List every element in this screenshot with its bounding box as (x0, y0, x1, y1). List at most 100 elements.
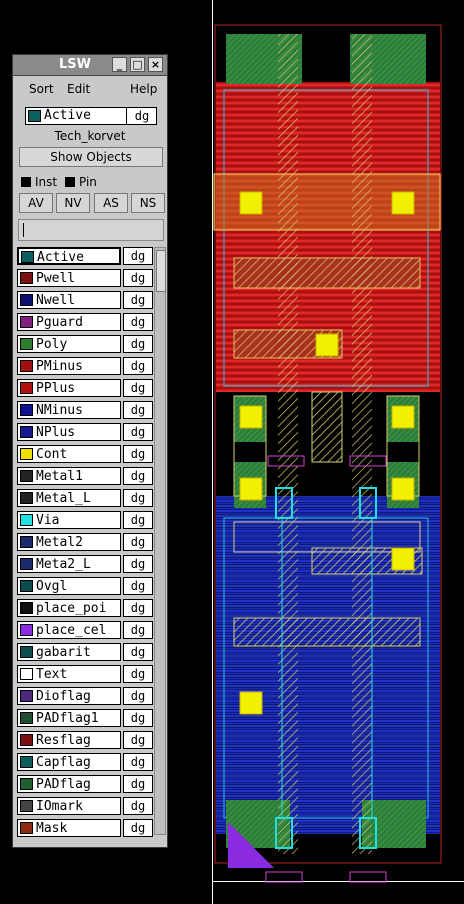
layer-name-box[interactable]: place_cel (17, 621, 121, 639)
menu-help[interactable]: Help (130, 82, 157, 96)
layer-row[interactable]: Metal_L dg (17, 489, 153, 507)
layer-name-box[interactable]: Active (17, 247, 121, 265)
layer-purpose[interactable]: dg (123, 709, 153, 727)
layer-row[interactable]: PPlus dg (17, 379, 153, 397)
layer-purpose[interactable]: dg (123, 775, 153, 793)
layer-row[interactable]: NPlus dg (17, 423, 153, 441)
layer-name-box[interactable]: place_poi (17, 599, 121, 617)
layer-purpose[interactable]: dg (123, 379, 153, 397)
layer-purpose[interactable]: dg (123, 269, 153, 287)
layer-name-box[interactable]: Metal_L (17, 489, 121, 507)
menu-sort[interactable]: Sort (29, 82, 54, 96)
layer-row[interactable]: Capflag dg (17, 753, 153, 771)
layer-name-box[interactable]: PMinus (17, 357, 121, 375)
layer-purpose[interactable]: dg (123, 423, 153, 441)
layer-purpose[interactable]: dg (123, 819, 153, 837)
layer-name-box[interactable]: NMinus (17, 401, 121, 419)
layer-purpose[interactable]: dg (123, 335, 153, 353)
layer-row[interactable]: Resflag dg (17, 731, 153, 749)
layer-row[interactable]: Mask dg (17, 819, 153, 837)
layer-name-box[interactable]: Meta2_L (17, 555, 121, 573)
maximize-icon[interactable]: □ (130, 57, 145, 72)
layer-purpose[interactable]: dg (123, 357, 153, 375)
ns-button[interactable]: NS (131, 193, 165, 213)
layer-row[interactable]: Metal2 dg (17, 533, 153, 551)
layer-name-box[interactable]: PADflag (17, 775, 121, 793)
layer-purpose[interactable]: dg (123, 291, 153, 309)
layer-name-box[interactable]: Resflag (17, 731, 121, 749)
layer-name-box[interactable]: Metal1 (17, 467, 121, 485)
layer-name-box[interactable]: Via (17, 511, 121, 529)
layer-row[interactable]: Poly dg (17, 335, 153, 353)
layer-name-box[interactable]: Poly (17, 335, 121, 353)
layer-row[interactable]: gabarit dg (17, 643, 153, 661)
layer-name-box[interactable]: Metal2 (17, 533, 121, 551)
layer-row[interactable]: Dioflag dg (17, 687, 153, 705)
layer-row[interactable]: Metal1 dg (17, 467, 153, 485)
layer-row[interactable]: Active dg (17, 247, 153, 265)
layer-name-box[interactable]: Ovgl (17, 577, 121, 595)
layer-purpose[interactable]: dg (123, 401, 153, 419)
layer-row[interactable]: NMinus dg (17, 401, 153, 419)
layer-purpose[interactable]: dg (123, 313, 153, 331)
inst-checkbox[interactable]: Inst (21, 175, 57, 189)
layer-name-box[interactable]: Capflag (17, 753, 121, 771)
layer-name-box[interactable]: Mask (17, 819, 121, 837)
layer-name-box[interactable]: PPlus (17, 379, 121, 397)
layer-purpose[interactable]: dg (123, 599, 153, 617)
layer-row[interactable]: Via dg (17, 511, 153, 529)
layer-name-box[interactable]: IOmark (17, 797, 121, 815)
layer-row[interactable]: PMinus dg (17, 357, 153, 375)
layer-row[interactable]: Text dg (17, 665, 153, 683)
layer-purpose[interactable]: dg (123, 445, 153, 463)
layer-row[interactable]: Ovgl dg (17, 577, 153, 595)
current-layer-box[interactable]: Active dg (25, 107, 157, 125)
close-icon[interactable]: × (148, 57, 163, 72)
layer-name-box[interactable]: Nwell (17, 291, 121, 309)
menu-edit[interactable]: Edit (67, 82, 90, 96)
layer-purpose[interactable]: dg (123, 489, 153, 507)
layer-purpose[interactable]: dg (123, 577, 153, 595)
layer-purpose[interactable]: dg (123, 643, 153, 661)
pin-checkbox[interactable]: Pin (65, 175, 97, 189)
nv-button[interactable]: NV (56, 193, 90, 213)
minimize-icon[interactable]: _ (112, 57, 127, 72)
layer-purpose[interactable]: dg (123, 467, 153, 485)
layer-row[interactable]: place_cel dg (17, 621, 153, 639)
title-bar[interactable]: LSW _ □ × (13, 55, 167, 76)
layer-purpose[interactable]: dg (123, 687, 153, 705)
layer-row[interactable]: Pwell dg (17, 269, 153, 287)
layer-row[interactable]: PADflag1 dg (17, 709, 153, 727)
layer-name-box[interactable]: PADflag1 (17, 709, 121, 727)
layer-purpose[interactable]: dg (123, 511, 153, 529)
layer-filter-field[interactable] (18, 219, 164, 241)
layer-purpose[interactable]: dg (123, 621, 153, 639)
layer-purpose[interactable]: dg (123, 247, 153, 265)
layer-list-scrollbar[interactable] (154, 247, 166, 835)
layer-purpose[interactable]: dg (123, 533, 153, 551)
layer-name-box[interactable]: Cont (17, 445, 121, 463)
layer-row[interactable]: Nwell dg (17, 291, 153, 309)
layer-name-box[interactable]: NPlus (17, 423, 121, 441)
layer-purpose[interactable]: dg (123, 665, 153, 683)
layout-canvas[interactable] (212, 0, 464, 904)
layer-name-box[interactable]: Text (17, 665, 121, 683)
as-button[interactable]: AS (94, 193, 128, 213)
layer-name-box[interactable]: gabarit (17, 643, 121, 661)
layer-row[interactable]: Pguard dg (17, 313, 153, 331)
layer-row[interactable]: Cont dg (17, 445, 153, 463)
layer-name-box[interactable]: Pguard (17, 313, 121, 331)
layer-name-box[interactable]: Dioflag (17, 687, 121, 705)
layer-row[interactable]: Meta2_L dg (17, 555, 153, 573)
layer-purpose[interactable]: dg (123, 797, 153, 815)
av-button[interactable]: AV (19, 193, 53, 213)
layer-purpose[interactable]: dg (123, 753, 153, 771)
layer-purpose[interactable]: dg (123, 731, 153, 749)
layer-purpose[interactable]: dg (123, 555, 153, 573)
layer-row[interactable]: place_poi dg (17, 599, 153, 617)
scrollbar-thumb[interactable] (156, 250, 166, 292)
layer-name-box[interactable]: Pwell (17, 269, 121, 287)
layer-row[interactable]: PADflag dg (17, 775, 153, 793)
layer-row[interactable]: IOmark dg (17, 797, 153, 815)
show-objects-button[interactable]: Show Objects (19, 147, 163, 167)
